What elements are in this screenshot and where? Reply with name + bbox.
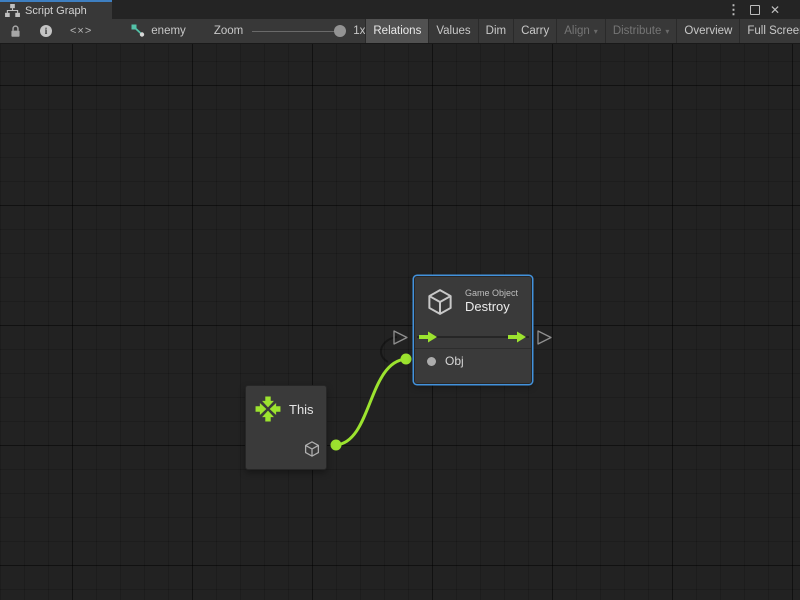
info-button[interactable]: i <box>31 19 61 43</box>
code-preview-button[interactable]: <×> <box>61 19 101 43</box>
connection-start-dot[interactable] <box>331 440 342 451</box>
maximize-icon[interactable] <box>750 5 760 15</box>
node-category-label: Game Object <box>465 288 518 298</box>
graph-canvas[interactable]: Game Object Destroy Obj <box>0 44 800 600</box>
graph-hierarchy-icon <box>5 4 20 17</box>
tab-strip: Script Graph ⋮ ✕ <box>0 0 800 19</box>
values-button[interactable]: Values <box>428 19 477 43</box>
flow-output-arrow-icon[interactable] <box>508 331 527 343</box>
graph-asset-icon <box>131 24 145 38</box>
gameobject-output-port-icon[interactable] <box>303 440 321 458</box>
window-controls: ⋮ ✕ <box>727 0 800 19</box>
zoom-slider-handle[interactable] <box>334 25 346 37</box>
node-destroy[interactable]: Game Object Destroy Obj <box>414 276 532 384</box>
script-graph-window: Script Graph ⋮ ✕ i <×> <box>0 0 800 600</box>
tabbar-spacer <box>112 0 727 19</box>
connection-shadow <box>381 337 397 362</box>
info-icon: i <box>40 25 52 37</box>
window-menu-icon[interactable]: ⋮ <box>727 3 740 16</box>
edges-layer <box>0 44 800 600</box>
zoom-control: Zoom 1x <box>214 19 366 43</box>
align-dropdown[interactable]: Align ▾ <box>556 19 605 43</box>
overview-button[interactable]: Overview <box>676 19 739 43</box>
align-label: Align <box>564 25 590 37</box>
zoom-value: 1x <box>353 25 365 37</box>
this-node-body <box>246 426 326 472</box>
flow-output-triangle[interactable] <box>538 331 551 344</box>
tab-script-graph[interactable]: Script Graph <box>0 0 112 19</box>
node-title-label: Destroy <box>465 300 518 315</box>
graph-breadcrumb[interactable]: enemy <box>125 19 192 43</box>
code-angle-brackets-icon: <×> <box>70 25 92 37</box>
this-converge-arrows-icon <box>255 396 281 422</box>
distribute-label: Distribute <box>613 25 662 37</box>
distribute-dropdown[interactable]: Distribute ▾ <box>605 19 677 43</box>
carry-button[interactable]: Carry <box>513 19 556 43</box>
graph-toolbar: i <×> enemy Zoom 1x Relations Values Dim <box>0 19 800 44</box>
tab-title: Script Graph <box>25 5 87 17</box>
node-this[interactable]: This <box>245 385 327 470</box>
toolbar-right-buttons: Relations Values Dim Carry Align ▾ Distr… <box>365 19 800 43</box>
zoom-label: Zoom <box>214 25 243 37</box>
chevron-down-icon: ▾ <box>594 27 598 36</box>
zoom-slider[interactable] <box>252 31 344 32</box>
flow-input-arrow-icon[interactable] <box>419 331 438 343</box>
lock-button[interactable] <box>0 19 31 43</box>
relations-button[interactable]: Relations <box>365 19 428 43</box>
dim-button[interactable]: Dim <box>478 19 513 43</box>
flow-input-triangle[interactable] <box>394 331 407 344</box>
chevron-down-icon: ▾ <box>665 27 669 36</box>
game-object-cube-icon <box>425 287 455 317</box>
this-node-header: This <box>246 386 326 426</box>
destroy-node-titles: Game Object Destroy <box>465 288 518 314</box>
this-node-title: This <box>289 402 314 417</box>
connection-end-dot[interactable] <box>401 354 412 365</box>
close-icon[interactable]: ✕ <box>770 4 780 16</box>
value-connection-edge[interactable] <box>336 359 406 445</box>
flow-ports-row <box>415 326 531 349</box>
fullscreen-button[interactable]: Full Screen <box>739 19 800 43</box>
obj-port-icon[interactable] <box>427 357 436 366</box>
obj-port-label: Obj <box>445 354 464 368</box>
destroy-node-header: Game Object Destroy <box>415 277 531 326</box>
value-input-row: Obj <box>415 349 531 368</box>
lock-icon <box>9 24 22 38</box>
graph-name-label: enemy <box>151 25 186 37</box>
